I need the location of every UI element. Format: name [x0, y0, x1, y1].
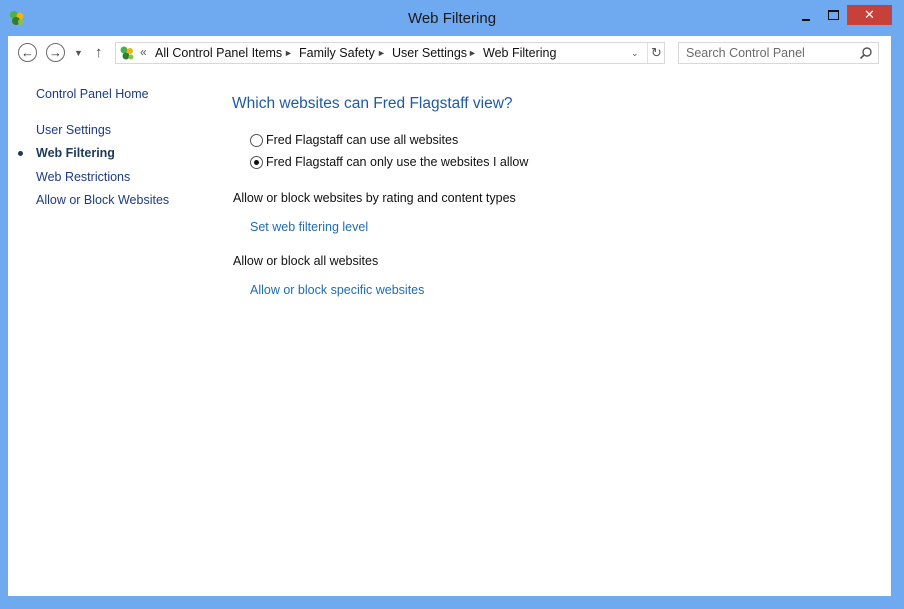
- sidebar-item-user-settings[interactable]: User Settings: [36, 123, 111, 137]
- title-bar[interactable]: Web Filtering ✕: [0, 0, 904, 36]
- forward-arrow-icon: →: [49, 45, 62, 60]
- breadcrumb-separator[interactable]: ►: [468, 48, 477, 58]
- section-label-all-websites: Allow or block all websites: [233, 254, 379, 268]
- family-safety-icon: [120, 46, 134, 60]
- window-title: Web Filtering: [407, 10, 497, 27]
- sidebar-item-allow-or-block-websites[interactable]: Allow or Block Websites: [36, 193, 169, 207]
- maximize-button[interactable]: [822, 6, 846, 26]
- navigation-bar: ← → ▼ ↑ « All Control Panel Items ► Fami…: [8, 36, 891, 72]
- address-overflow[interactable]: «: [140, 45, 147, 59]
- option-label[interactable]: Fred Flagstaff can use all websites: [266, 133, 458, 147]
- current-page-bullet-icon: [18, 151, 23, 156]
- allow-or-block-specific-websites-link[interactable]: Allow or block specific websites: [250, 283, 424, 297]
- breadcrumb-user-settings[interactable]: User Settings: [392, 46, 467, 60]
- up-arrow-icon: ↑: [95, 44, 103, 61]
- back-button[interactable]: ←: [18, 43, 37, 62]
- close-button[interactable]: ✕: [847, 5, 892, 25]
- address-bar[interactable]: « All Control Panel Items ► Family Safet…: [115, 42, 665, 64]
- search-box[interactable]: Search Control Panel: [678, 42, 879, 64]
- client-area: ← → ▼ ↑ « All Control Panel Items ► Fami…: [8, 36, 891, 596]
- forward-button[interactable]: →: [46, 43, 65, 62]
- refresh-button[interactable]: ↻: [647, 43, 665, 63]
- breadcrumb-separator[interactable]: ►: [284, 48, 293, 58]
- search-input[interactable]: Search Control Panel: [686, 46, 805, 60]
- set-web-filtering-level-link[interactable]: Set web filtering level: [250, 220, 368, 234]
- sidebar-item-web-filtering[interactable]: Web Filtering: [36, 146, 115, 160]
- page-heading: Which websites can Fred Flagstaff view?: [232, 95, 513, 112]
- section-label-rating: Allow or block websites by rating and co…: [233, 191, 516, 205]
- breadcrumb-separator[interactable]: ►: [377, 48, 386, 58]
- breadcrumb-family-safety[interactable]: Family Safety: [299, 46, 375, 60]
- option-label[interactable]: Fred Flagstaff can only use the websites…: [266, 155, 528, 169]
- recent-locations-dropdown[interactable]: ▼: [74, 48, 83, 58]
- refresh-icon: ↻: [651, 45, 662, 60]
- sidebar-item-web-restrictions[interactable]: Web Restrictions: [36, 170, 130, 184]
- control-panel-home-link[interactable]: Control Panel Home: [36, 87, 149, 101]
- breadcrumb-all-control-panel-items[interactable]: All Control Panel Items: [155, 46, 282, 60]
- radio-allowed-websites-only[interactable]: [250, 156, 263, 169]
- back-arrow-icon: ←: [21, 45, 34, 60]
- up-button[interactable]: ↑: [95, 44, 103, 61]
- address-dropdown-button[interactable]: ⌄: [631, 48, 639, 59]
- breadcrumb-web-filtering[interactable]: Web Filtering: [483, 46, 556, 60]
- radio-all-websites[interactable]: [250, 134, 263, 147]
- minimize-button[interactable]: [795, 6, 819, 26]
- search-icon[interactable]: [859, 46, 873, 60]
- window: Web Filtering ✕ ← → ▼ ↑ « All Control Pa…: [0, 0, 904, 609]
- window-bottom-border: [0, 596, 904, 609]
